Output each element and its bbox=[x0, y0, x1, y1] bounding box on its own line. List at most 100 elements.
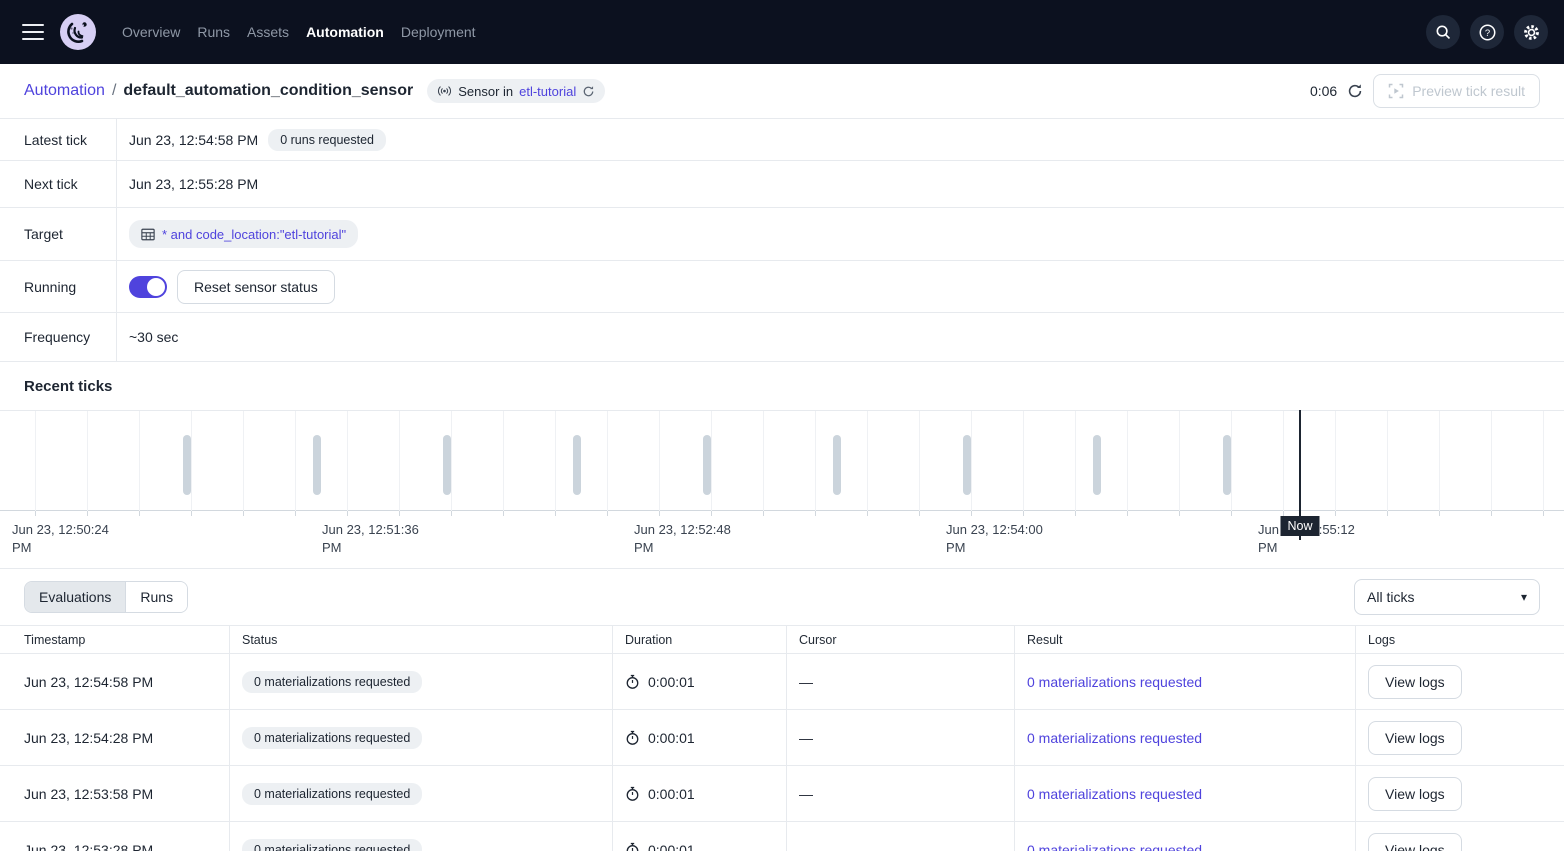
search-icon bbox=[1434, 23, 1452, 41]
ticks-view-tabs: Evaluations Runs bbox=[24, 581, 188, 613]
tick-bar[interactable] bbox=[183, 435, 191, 495]
axis-tick bbox=[1439, 511, 1440, 516]
stopwatch-icon bbox=[625, 674, 640, 690]
tick-result-link[interactable]: 0 materializations requested bbox=[1027, 786, 1202, 802]
view-logs-button[interactable]: View logs bbox=[1368, 721, 1462, 755]
axis-tick bbox=[347, 511, 348, 516]
toggle-knob bbox=[147, 278, 165, 296]
reset-sensor-status-button[interactable]: Reset sensor status bbox=[177, 270, 335, 304]
column-header-status: Status bbox=[229, 626, 612, 653]
axis-tick bbox=[295, 511, 296, 516]
tick-status-filter-select[interactable]: All ticks ▾ bbox=[1354, 579, 1540, 615]
settings-button[interactable] bbox=[1514, 15, 1548, 49]
search-button[interactable] bbox=[1426, 15, 1460, 49]
tick-result-link[interactable]: 0 materializations requested bbox=[1027, 674, 1202, 690]
sensor-icon bbox=[437, 85, 452, 97]
sensor-badge-prefix: Sensor in bbox=[458, 84, 513, 99]
gridline bbox=[1127, 411, 1128, 512]
tab-runs[interactable]: Runs bbox=[125, 582, 187, 612]
gridline bbox=[191, 411, 192, 512]
preview-icon bbox=[1388, 83, 1404, 99]
detail-label: Running bbox=[0, 261, 117, 312]
view-logs-button[interactable]: View logs bbox=[1368, 777, 1462, 811]
gridline bbox=[1387, 411, 1388, 512]
gridline bbox=[87, 411, 88, 512]
gridline bbox=[1491, 411, 1492, 512]
axis-tick bbox=[1023, 511, 1024, 516]
tick-bar[interactable] bbox=[1223, 435, 1231, 495]
stopwatch-icon bbox=[625, 730, 640, 746]
gridline bbox=[1439, 411, 1440, 512]
column-header-cursor: Cursor bbox=[786, 626, 1014, 653]
gridline bbox=[763, 411, 764, 512]
tick-bar[interactable] bbox=[703, 435, 711, 495]
nav-item-runs[interactable]: Runs bbox=[197, 24, 230, 40]
tick-bar[interactable] bbox=[963, 435, 971, 495]
tick-result-link[interactable]: 0 materializations requested bbox=[1027, 730, 1202, 746]
axis-tick bbox=[1491, 511, 1492, 516]
page-header: Automation / default_automation_conditio… bbox=[0, 64, 1564, 119]
tab-evaluations[interactable]: Evaluations bbox=[25, 582, 125, 612]
detail-row-running: Running Reset sensor status bbox=[0, 261, 1564, 313]
detail-label: Target bbox=[0, 208, 117, 260]
table-row: Jun 23, 12:53:58 PM 0 materializations r… bbox=[0, 766, 1564, 822]
gridline bbox=[867, 411, 868, 512]
nav-item-deployment[interactable]: Deployment bbox=[401, 24, 476, 40]
gridline bbox=[1231, 411, 1232, 512]
code-location-link[interactable]: etl-tutorial bbox=[519, 84, 576, 99]
tick-bar[interactable] bbox=[443, 435, 451, 495]
axis-tick bbox=[867, 511, 868, 516]
axis-tick bbox=[1335, 511, 1336, 516]
detail-row-next-tick: Next tick Jun 23, 12:55:28 PM bbox=[0, 161, 1564, 208]
target-selection-chip[interactable]: * and code_location:"etl-tutorial" bbox=[129, 220, 358, 248]
breadcrumb-automation-link[interactable]: Automation bbox=[24, 82, 105, 100]
view-logs-button[interactable]: View logs bbox=[1368, 833, 1462, 851]
axis-tick bbox=[503, 511, 504, 516]
tick-cursor: — bbox=[799, 786, 813, 802]
axis-tick bbox=[451, 511, 452, 516]
help-button[interactable]: ? bbox=[1470, 15, 1504, 49]
view-logs-button[interactable]: View logs bbox=[1368, 665, 1462, 699]
gridline bbox=[971, 411, 972, 512]
axis-tick bbox=[711, 511, 712, 516]
latest-tick-time: Jun 23, 12:54:58 PM bbox=[129, 132, 258, 148]
table-row: Jun 23, 12:54:28 PM 0 materializations r… bbox=[0, 710, 1564, 766]
stopwatch-icon bbox=[625, 786, 640, 802]
table-row: Jun 23, 12:53:28 PM 0 materializations r… bbox=[0, 822, 1564, 851]
breadcrumb-separator: / bbox=[112, 82, 116, 100]
tick-status-badge: 0 materializations requested bbox=[242, 671, 422, 693]
axis-tick bbox=[815, 511, 816, 516]
axis-label: Jun 23, 12:54:00 PM bbox=[946, 521, 1056, 557]
running-toggle[interactable] bbox=[129, 276, 167, 298]
target-selection-text: * and code_location:"etl-tutorial" bbox=[162, 227, 346, 242]
nav-item-assets[interactable]: Assets bbox=[247, 24, 289, 40]
axis-tick bbox=[1127, 511, 1128, 516]
gridline bbox=[659, 411, 660, 512]
hamburger-menu-icon[interactable] bbox=[22, 24, 44, 40]
axis-tick bbox=[35, 511, 36, 516]
dagster-logo-icon[interactable] bbox=[60, 14, 96, 50]
tick-bar[interactable] bbox=[313, 435, 321, 495]
table-row: Jun 23, 12:54:58 PM 0 materializations r… bbox=[0, 654, 1564, 710]
gridline bbox=[1179, 411, 1180, 512]
tick-bar[interactable] bbox=[573, 435, 581, 495]
tick-result-link[interactable]: 0 materializations requested bbox=[1027, 842, 1202, 851]
preview-tick-result-button[interactable]: Preview tick result bbox=[1373, 74, 1540, 108]
tick-status-badge: 0 materializations requested bbox=[242, 727, 422, 749]
gridline bbox=[347, 411, 348, 512]
tick-status-badge: 0 materializations requested bbox=[242, 783, 422, 805]
axis-tick bbox=[659, 511, 660, 516]
tick-bar[interactable] bbox=[1093, 435, 1101, 495]
gridline bbox=[295, 411, 296, 512]
svg-text:?: ? bbox=[1484, 27, 1489, 38]
gridline bbox=[35, 411, 36, 512]
reload-location-icon[interactable] bbox=[582, 85, 595, 98]
refresh-button[interactable] bbox=[1347, 83, 1363, 99]
axis-tick bbox=[607, 511, 608, 516]
nav-item-overview[interactable]: Overview bbox=[122, 24, 180, 40]
axis-tick bbox=[971, 511, 972, 516]
nav-item-automation[interactable]: Automation bbox=[306, 24, 384, 40]
axis-label: Jun 23, 12:50:24 PM bbox=[12, 521, 122, 557]
tick-bar[interactable] bbox=[833, 435, 841, 495]
top-nav: Overview Runs Assets Automation Deployme… bbox=[0, 0, 1564, 64]
